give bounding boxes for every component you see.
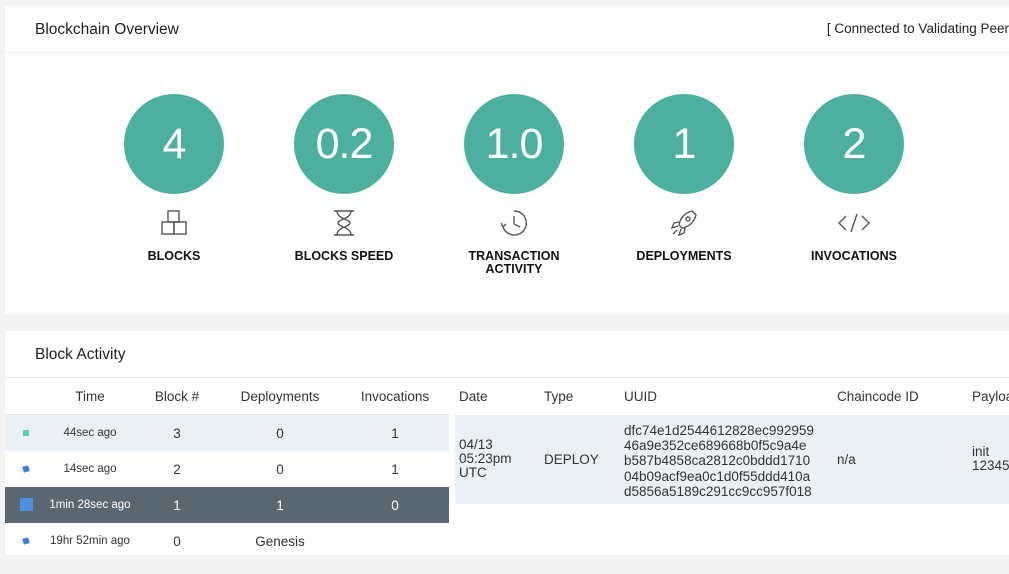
blocks-speed-label: BLOCKS SPEED bbox=[294, 249, 394, 263]
row-invocations: 0 bbox=[391, 498, 399, 513]
activity-header: Block Activity bbox=[5, 331, 1009, 378]
column-uuid[interactable]: UUID bbox=[624, 389, 657, 404]
column-payload[interactable]: Payload bbox=[972, 389, 1009, 404]
row-deployments: 1 bbox=[276, 498, 284, 513]
uuid-line: dfc74e1d2544612828ec992959 bbox=[624, 423, 814, 438]
block-marker-icon bbox=[22, 537, 30, 545]
transaction-payload: init 12345 bbox=[972, 445, 1009, 473]
rocket-icon bbox=[599, 206, 769, 240]
uuid-line: 04b09acf9ea0c1d0f55ddd410a bbox=[624, 468, 811, 484]
uuid-line: 46a9e352ce689668b0f5c9a4e bbox=[624, 438, 807, 454]
blocks-label: BLOCKS bbox=[147, 249, 201, 263]
blocks-speed-value: 0.2 bbox=[294, 94, 394, 194]
stat-blocks-speed: 0.2 BLOCKS SPEED bbox=[259, 94, 429, 263]
column-date[interactable]: Date bbox=[459, 389, 488, 404]
row-invocations: 1 bbox=[391, 462, 399, 477]
blocks-count: 4 bbox=[124, 94, 224, 194]
block-marker-icon bbox=[22, 465, 30, 473]
stat-invocations: 2 INVOCATIONS bbox=[769, 94, 939, 263]
column-invocations[interactable]: Invocations bbox=[350, 389, 440, 404]
block-activity-panel: Block Activity Time Block # Deployments … bbox=[5, 331, 1009, 555]
column-chaincode-id[interactable]: Chaincode ID bbox=[837, 389, 919, 404]
row-deployments: 0 bbox=[276, 426, 284, 441]
row-block-number: 0 bbox=[173, 534, 181, 549]
stat-transaction-activity: 1.0 TRANSACTION ACTIVITY bbox=[429, 94, 599, 276]
details-header: Date Type UUID Chaincode ID Payload bbox=[455, 378, 1009, 414]
overview-title: Blockchain Overview bbox=[35, 21, 179, 38]
deployments-count: 1 bbox=[634, 94, 734, 194]
transaction-date: 04/13 05:23pm UTC bbox=[459, 438, 529, 480]
payload-line: init bbox=[972, 444, 990, 459]
table-row[interactable]: 19hr 52min ago 0 Genesis bbox=[5, 523, 449, 559]
block-activity-table: Time Block # Deployments Invocations 44s… bbox=[5, 378, 449, 559]
column-deployments[interactable]: Deployments bbox=[225, 389, 335, 404]
transaction-activity-value: 1.0 bbox=[464, 94, 564, 194]
column-type[interactable]: Type bbox=[544, 389, 573, 404]
block-marker-icon bbox=[23, 430, 29, 436]
code-icon bbox=[769, 206, 939, 240]
transaction-date-line: 05:23pm bbox=[459, 451, 512, 466]
row-deployments: 0 bbox=[276, 462, 284, 477]
table-header: Time Block # Deployments Invocations bbox=[5, 378, 449, 415]
row-block-number: 1 bbox=[173, 498, 181, 513]
row-block-number: 2 bbox=[173, 462, 181, 477]
hourglass-icon bbox=[259, 206, 429, 240]
transaction-uuid: dfc74e1d2544612828ec992959 46a9e352ce689… bbox=[624, 423, 824, 499]
uuid-line: d5856a5189c291cc9cc957f018 bbox=[624, 483, 812, 499]
row-time: 14sec ago bbox=[63, 463, 117, 475]
table-row-selected[interactable]: 1min 28sec ago 1 1 0 bbox=[5, 487, 449, 523]
transaction-type: DEPLOY bbox=[544, 452, 599, 467]
overview-header: Blockchain Overview [ Connected to Valid… bbox=[5, 6, 1009, 53]
row-invocations: 1 bbox=[391, 426, 399, 441]
transaction-activity-label-line2: ACTIVITY bbox=[485, 262, 543, 276]
activity-title: Block Activity bbox=[35, 346, 126, 363]
transaction-details-table: Date Type UUID Chaincode ID Payload 04/1… bbox=[455, 378, 1009, 504]
invocations-label: INVOCATIONS bbox=[811, 249, 897, 263]
table-row[interactable]: 14sec ago 2 0 1 bbox=[5, 451, 449, 487]
column-block-number[interactable]: Block # bbox=[152, 389, 202, 404]
deployments-label: DEPLOYMENTS bbox=[636, 249, 732, 263]
transaction-date-line: UTC bbox=[459, 465, 487, 480]
transaction-activity-label: TRANSACTION ACTIVITY bbox=[429, 250, 599, 276]
transaction-row[interactable]: 04/13 05:23pm UTC DEPLOY dfc74e1d2544612… bbox=[455, 415, 1009, 504]
invocations-count: 2 bbox=[804, 94, 904, 194]
row-time: 1min 28sec ago bbox=[49, 499, 131, 511]
row-time: 19hr 52min ago bbox=[50, 535, 130, 547]
connection-status: [ Connected to Validating Peer bbox=[826, 21, 1009, 36]
stat-blocks: 4 BLOCKS bbox=[89, 94, 259, 263]
row-time: 44sec ago bbox=[63, 427, 117, 439]
payload-line: 12345 bbox=[972, 458, 1009, 473]
block-marker-icon bbox=[20, 498, 33, 511]
blockchain-overview-panel: Blockchain Overview [ Connected to Valid… bbox=[5, 6, 1009, 314]
stat-deployments: 1 DEPLOYMENTS bbox=[599, 94, 769, 263]
blocks-icon bbox=[89, 206, 259, 240]
row-deployments: Genesis bbox=[255, 534, 305, 549]
clock-icon bbox=[429, 206, 599, 240]
table-row[interactable]: 44sec ago 3 0 1 bbox=[5, 415, 449, 451]
transaction-date-line: 04/13 bbox=[459, 437, 493, 452]
column-time[interactable]: Time bbox=[40, 389, 140, 404]
uuid-line: b587b4858ca2812c0bddd1710 bbox=[624, 453, 811, 469]
row-block-number: 3 bbox=[173, 426, 181, 441]
transaction-chaincode-id: n/a bbox=[837, 452, 856, 467]
